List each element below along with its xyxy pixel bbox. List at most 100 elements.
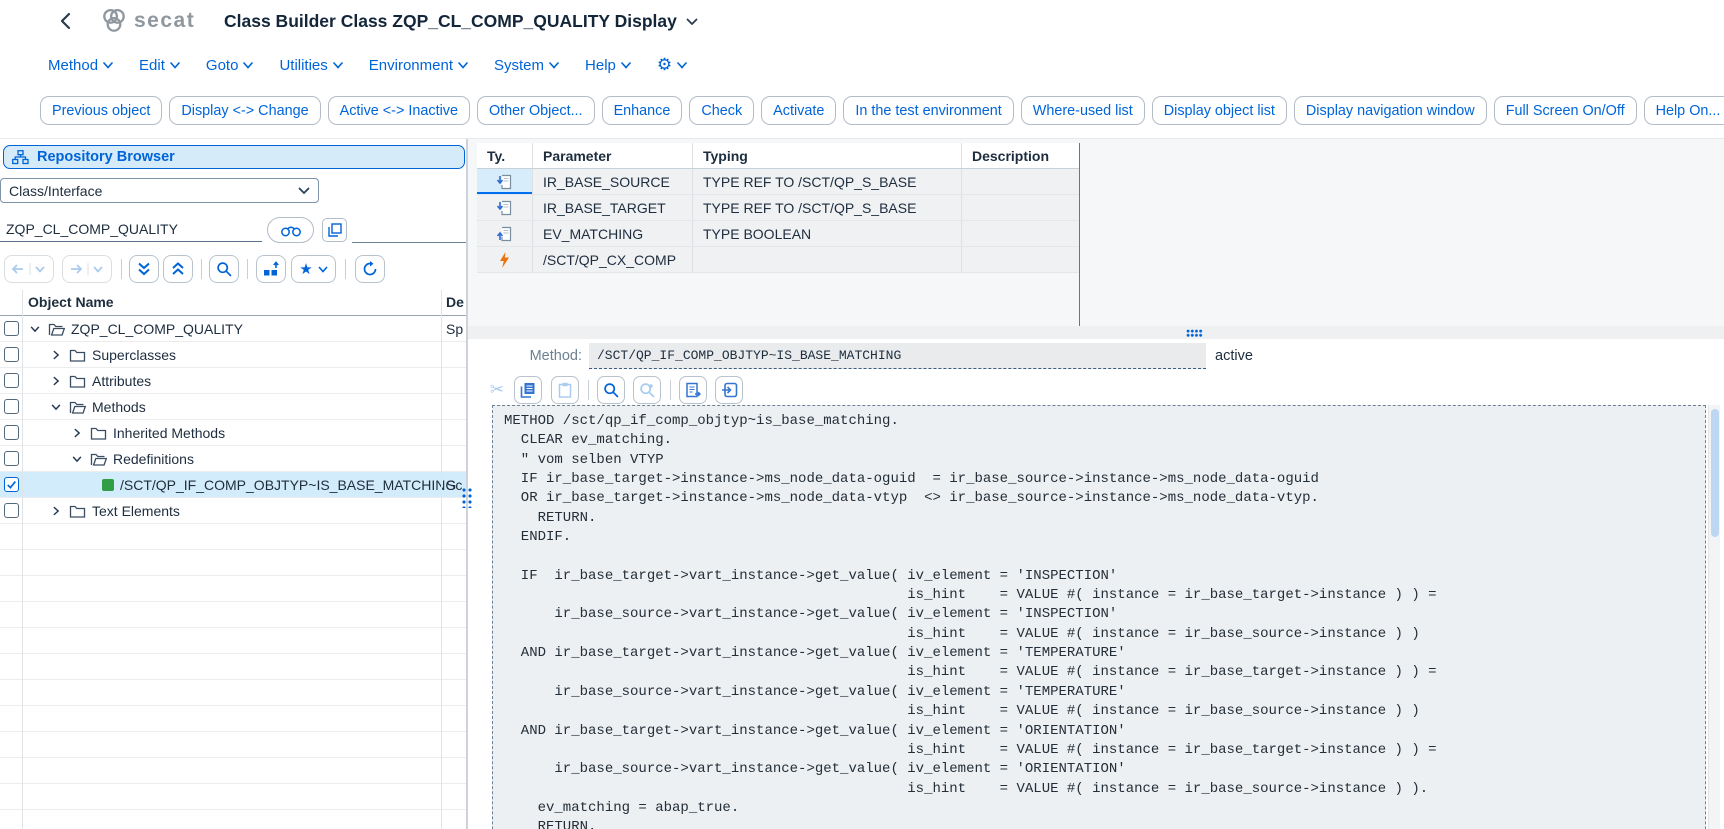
previous-object-button[interactable]: Previous object xyxy=(40,96,162,125)
importing-parameter-icon xyxy=(497,174,512,190)
chevron-right-icon[interactable] xyxy=(70,426,84,440)
navigate-back-button[interactable] xyxy=(4,255,54,283)
find-object-button[interactable] xyxy=(267,217,314,243)
tree-row-superclasses[interactable]: Superclasses xyxy=(0,342,466,368)
chevron-down-icon[interactable] xyxy=(70,452,84,466)
display-object-list-button[interactable]: Display object list xyxy=(1152,96,1287,125)
page-title[interactable]: Class Builder Class ZQP_CL_COMP_QUALITY … xyxy=(224,11,698,32)
row-checkbox[interactable] xyxy=(4,373,19,388)
parameter-description xyxy=(962,221,1079,246)
chevron-down-icon xyxy=(243,62,253,69)
column-header-typing[interactable]: Typing xyxy=(693,143,962,168)
tree-row-label: Text Elements xyxy=(92,503,180,519)
favorites-button[interactable]: ★ xyxy=(291,255,336,283)
browser-type-select[interactable]: Class/Interface xyxy=(0,178,319,203)
splitter-drag-handle-icon[interactable] xyxy=(1186,329,1203,337)
menu-utilities[interactable]: Utilities xyxy=(279,57,342,74)
tree-row-method-is-base-matching[interactable]: /SCT/QP_IF_COMP_OBJTYP~IS_BASE_MATCHING … xyxy=(0,472,466,498)
expand-all-button[interactable] xyxy=(129,255,159,283)
back-button[interactable] xyxy=(52,8,78,34)
display-navigation-window-button[interactable]: Display navigation window xyxy=(1294,96,1487,125)
check-button[interactable]: Check xyxy=(689,96,754,125)
tree-row-redefinitions[interactable]: Redefinitions xyxy=(0,446,466,472)
collapse-all-button[interactable] xyxy=(163,255,193,283)
repository-browser-header[interactable]: Repository Browser xyxy=(3,145,465,169)
parameter-row[interactable]: EV_MATCHING TYPE BOOLEAN xyxy=(477,221,1079,247)
hierarchy-up-button[interactable] xyxy=(256,255,286,283)
parameters-table: Ty. Parameter Typing Description xyxy=(477,143,1079,273)
tree-row-text-elements[interactable]: Text Elements xyxy=(0,498,466,524)
type-cell[interactable] xyxy=(477,247,533,272)
tree-row-attributes[interactable]: Attributes xyxy=(0,368,466,394)
compare-button[interactable] xyxy=(679,376,707,404)
row-checkbox[interactable] xyxy=(4,399,19,414)
settings-gear-menu[interactable]: ⚙ xyxy=(657,55,687,75)
row-checkbox[interactable] xyxy=(4,425,19,440)
menu-edit[interactable]: Edit xyxy=(139,57,180,74)
tree-empty-row xyxy=(0,810,466,829)
method-name-input[interactable] xyxy=(589,343,1206,369)
abap-code-editor[interactable]: METHOD /sct/qp_if_comp_objtyp~is_base_ma… xyxy=(492,405,1706,829)
cut-button[interactable]: ✂ xyxy=(483,376,511,404)
column-header-ty[interactable]: Ty. xyxy=(477,143,533,168)
chevron-down-icon xyxy=(103,62,113,69)
menu-environment[interactable]: Environment xyxy=(369,57,468,74)
parameter-row[interactable]: IR_BASE_SOURCE TYPE REF TO /SCT/QP_S_BAS… xyxy=(477,169,1079,195)
menu-method[interactable]: Method xyxy=(48,57,113,74)
menu-help[interactable]: Help xyxy=(585,57,631,74)
scrollbar-thumb[interactable] xyxy=(1711,409,1719,537)
full-screen-button[interactable]: Full Screen On/Off xyxy=(1494,96,1637,125)
object-name-input[interactable] xyxy=(0,217,262,242)
help-on-button[interactable]: Help On... xyxy=(1644,96,1724,125)
row-checkbox[interactable] xyxy=(4,321,19,336)
copy-name-button[interactable] xyxy=(322,218,347,242)
type-cell[interactable] xyxy=(477,195,533,220)
enhance-button[interactable]: Enhance xyxy=(602,96,683,125)
row-checkbox[interactable] xyxy=(4,503,19,518)
column-header-parameter[interactable]: Parameter xyxy=(533,143,693,168)
parameters-area: Ty. Parameter Typing Description xyxy=(468,139,1724,326)
test-environment-button[interactable]: In the test environment xyxy=(843,96,1013,125)
refresh-button[interactable] xyxy=(355,255,385,283)
description-column-divider xyxy=(441,290,442,829)
chevron-down-icon[interactable] xyxy=(49,400,63,414)
column-header-description[interactable]: Description xyxy=(962,143,1079,168)
tree-row-inherited-methods[interactable]: Inherited Methods xyxy=(0,420,466,446)
type-cell[interactable] xyxy=(477,221,533,246)
method-bar: Method: active xyxy=(468,339,1724,373)
menu-goto[interactable]: Goto xyxy=(206,57,254,74)
horizontal-splitter[interactable] xyxy=(468,326,1724,339)
type-cell[interactable] xyxy=(477,169,533,194)
search-button[interactable] xyxy=(209,255,239,283)
navigate-forward-button[interactable] xyxy=(62,255,112,283)
tree-row-class[interactable]: ZQP_CL_COMP_QUALITY Sp xyxy=(0,316,466,342)
where-used-list-button[interactable]: Where-used list xyxy=(1021,96,1145,125)
row-checkbox[interactable] xyxy=(4,451,19,466)
parameter-row[interactable]: IR_BASE_TARGET TYPE REF TO /SCT/QP_S_BAS… xyxy=(477,195,1079,221)
exception-row[interactable]: /SCT/QP_CX_COMP xyxy=(477,247,1079,273)
menu-system[interactable]: System xyxy=(494,57,559,74)
find-next-button[interactable] xyxy=(633,376,661,404)
other-object-button[interactable]: Other Object... xyxy=(477,96,595,125)
column-header-description[interactable]: De xyxy=(446,294,464,310)
copy-button[interactable] xyxy=(514,376,542,404)
column-header-object-name[interactable]: Object Name xyxy=(28,294,114,310)
star-icon: ★ xyxy=(299,262,312,277)
row-checkbox-checked[interactable] xyxy=(4,477,19,492)
tree-row-methods[interactable]: Methods xyxy=(0,394,466,420)
paste-button[interactable] xyxy=(551,376,579,404)
activate-button[interactable]: Activate xyxy=(761,96,836,125)
chevron-down-icon[interactable] xyxy=(28,322,42,336)
row-checkbox[interactable] xyxy=(4,347,19,362)
find-button[interactable] xyxy=(597,376,625,404)
splitter-drag-handle-icon[interactable] xyxy=(460,486,473,508)
chevron-right-icon[interactable] xyxy=(49,504,63,518)
display-change-button[interactable]: Display <-> Change xyxy=(169,96,320,125)
active-inactive-button[interactable]: Active <-> Inactive xyxy=(328,96,470,125)
arrow-left-dropdown-icon xyxy=(11,262,47,276)
editor-scrollbar[interactable] xyxy=(1708,405,1720,829)
code-line: is_hint = VALUE #( instance = ir_base_ta… xyxy=(504,663,1705,682)
chevron-right-icon[interactable] xyxy=(49,348,63,362)
chevron-right-icon[interactable] xyxy=(49,374,63,388)
goto-section-button[interactable] xyxy=(715,376,743,404)
